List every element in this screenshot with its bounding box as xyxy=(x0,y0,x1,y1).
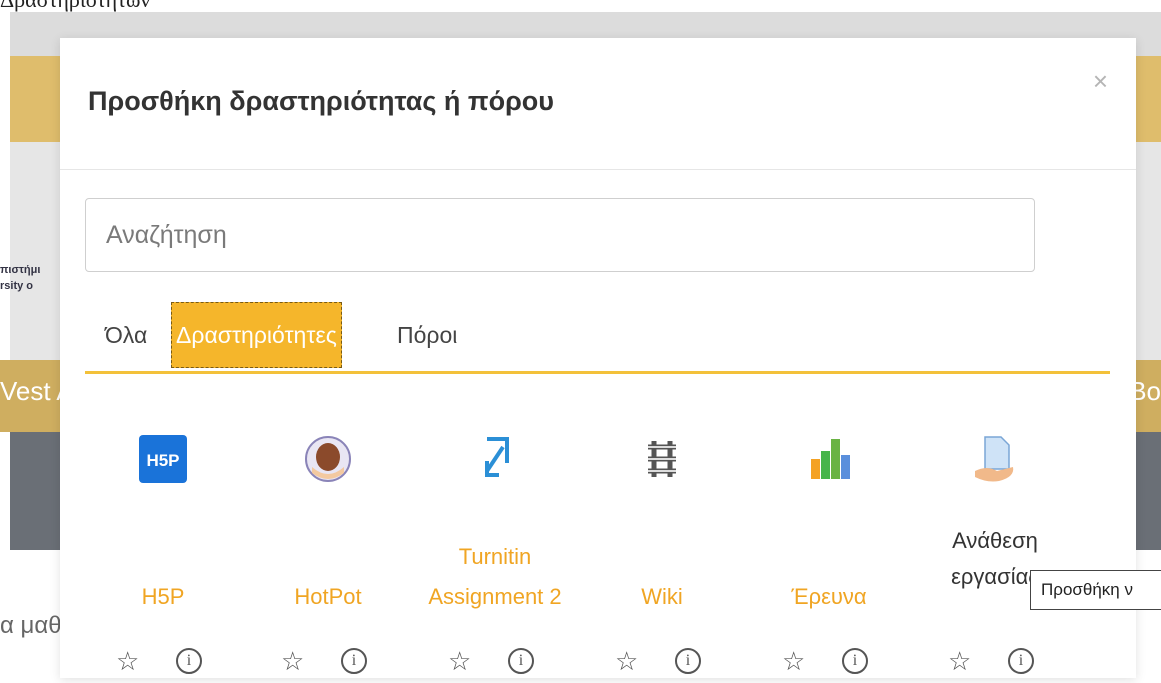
turnitin-icon xyxy=(485,437,509,477)
info-icon[interactable]: i xyxy=(176,648,202,674)
assignment-icon xyxy=(975,436,1014,482)
logo-text-line2: rsity o xyxy=(0,280,34,292)
tab-activities[interactable]: Δραστηριότητες xyxy=(171,302,342,368)
info-icon[interactable]: i xyxy=(508,648,534,674)
activity-label[interactable]: Έρευνα xyxy=(754,581,904,613)
close-button[interactable]: × xyxy=(1093,68,1108,94)
tooltip: Προσθήκη ν xyxy=(1030,570,1161,610)
activity-item-h5p[interactable]: H5P H5P ☆ i xyxy=(88,433,238,683)
activity-actions: ☆ i xyxy=(587,643,737,679)
activity-label-line1[interactable]: Turnitin xyxy=(420,541,570,573)
activity-item-hotpot[interactable]: HotPot ☆ i xyxy=(253,433,403,683)
wiki-icon xyxy=(648,441,676,477)
tab-bar: Όλα Δραστηριότητες Πόροι xyxy=(85,301,1110,374)
activity-item-survey[interactable]: Έρευνα ☆ i xyxy=(754,433,904,683)
star-icon[interactable]: ☆ xyxy=(281,643,304,679)
h5p-icon: H5P xyxy=(139,435,187,483)
activity-item-turnitin[interactable]: Turnitin Assignment 2 ☆ i xyxy=(420,433,570,683)
modal-header: Προσθήκη δραστηριότητας ή πόρου × xyxy=(60,38,1136,170)
activity-label[interactable]: Assignment 2 xyxy=(420,581,570,613)
activity-actions: ☆ i xyxy=(920,643,1070,679)
activity-item-wiki[interactable]: Wiki ☆ i xyxy=(587,433,737,683)
info-icon[interactable]: i xyxy=(842,648,868,674)
activity-actions: ☆ i xyxy=(88,643,238,679)
activity-label-line1[interactable]: Ανάθεση xyxy=(920,525,1070,557)
info-icon[interactable]: i xyxy=(675,648,701,674)
logo-text-line1: πιστήμι xyxy=(0,264,41,276)
background-bottom-text: α μαθ xyxy=(0,612,62,639)
tab-resources[interactable]: Πόροι xyxy=(397,301,457,369)
activity-actions: ☆ i xyxy=(253,643,403,679)
hotpot-icon xyxy=(305,436,351,482)
activity-actions: ☆ i xyxy=(754,643,904,679)
star-icon[interactable]: ☆ xyxy=(116,643,139,679)
activity-label[interactable]: HotPot xyxy=(253,581,403,613)
info-icon[interactable]: i xyxy=(1008,648,1034,674)
survey-icon xyxy=(811,439,850,479)
activity-label[interactable]: Wiki xyxy=(587,581,737,613)
activity-chooser-modal: Προσθήκη δραστηριότητας ή πόρου × Όλα Δρ… xyxy=(60,38,1136,678)
tab-all[interactable]: Όλα xyxy=(105,301,147,369)
background-heading: Δραστηριοτήτων xyxy=(0,0,150,12)
modal-title: Προσθήκη δραστηριότητας ή πόρου xyxy=(88,86,554,116)
background-logo: πιστήμι rsity o xyxy=(0,262,40,294)
star-icon[interactable]: ☆ xyxy=(615,643,638,679)
activity-item-assignment[interactable]: Ανάθεση εργασίας ☆ i xyxy=(920,433,1070,683)
activity-actions: ☆ i xyxy=(420,643,570,679)
star-icon[interactable]: ☆ xyxy=(782,643,805,679)
star-icon[interactable]: ☆ xyxy=(448,643,471,679)
info-icon[interactable]: i xyxy=(341,648,367,674)
activity-label[interactable]: H5P xyxy=(88,581,238,613)
search-input[interactable] xyxy=(85,198,1035,272)
svg-text:H5P: H5P xyxy=(146,451,179,470)
star-icon[interactable]: ☆ xyxy=(948,643,971,679)
